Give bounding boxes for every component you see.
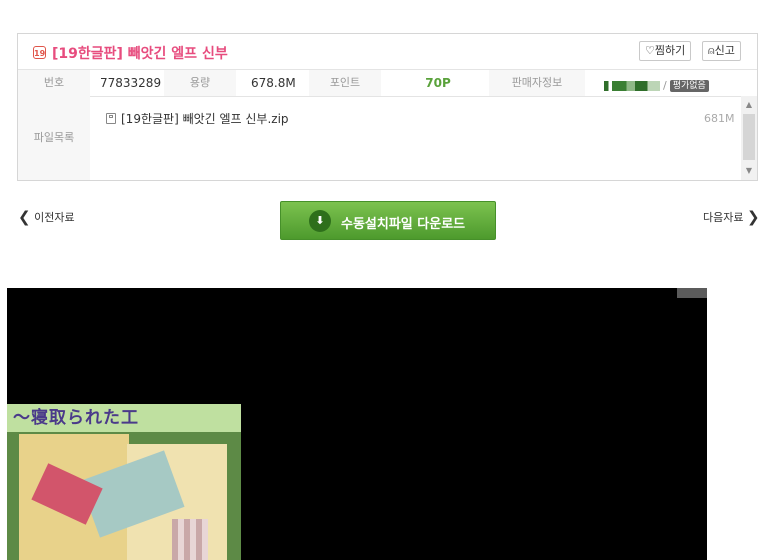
file-list-row: 파일목록 [19한글판] 빼앗긴 엘프 신부.zip 681M ▲ ▼ — [18, 96, 757, 180]
video-corner-control[interactable] — [677, 288, 707, 298]
title-row: 19 [19한글판] 빼앗긴 엘프 신부 ♡찜하기 ⍝신고 — [18, 34, 757, 70]
post-detail-panel: 19 [19한글판] 빼앗긴 엘프 신부 ♡찜하기 ⍝신고 번호 7783328… — [17, 33, 758, 181]
number-value: 77833289 — [100, 76, 162, 90]
size-label: 용량 — [164, 70, 236, 96]
number-label: 번호 — [18, 70, 90, 96]
info-row: 번호 77833289 용량 678.8M 포인트 70P 판매자정보 / 평가없… — [18, 70, 757, 97]
preview-thumbnail: ～寝取られた工 — [7, 404, 241, 560]
thumbnail-pixelated-area — [172, 519, 208, 560]
prev-post-label: 이전자료 — [34, 211, 75, 224]
size-value: 678.8M — [251, 76, 296, 90]
point-label: 포인트 — [309, 70, 381, 96]
file-size: 681M — [704, 112, 735, 125]
preview-video[interactable]: ～寝取られた工 — [7, 288, 707, 560]
download-button[interactable]: ⬇ 수동설치파일 다운로드 — [280, 201, 496, 240]
thumbnail-banner: ～寝取られた工 — [7, 404, 241, 432]
file-item[interactable]: [19한글판] 빼앗긴 엘프 신부.zip — [106, 110, 289, 127]
next-post-label: 다음자료 — [703, 211, 744, 224]
scroll-up-icon[interactable]: ▲ — [741, 98, 757, 112]
seller-name-blurred — [604, 80, 660, 91]
seller-label: 판매자정보 — [489, 70, 585, 96]
chevron-right-icon: ❯ — [746, 208, 760, 226]
chevron-left-icon: ❮ — [18, 208, 31, 226]
seller-info[interactable]: / 평가없음 — [604, 78, 709, 92]
seller-separator: / — [663, 79, 667, 92]
file-name: [19한글판] 빼앗긴 엘프 신부.zip — [121, 112, 289, 126]
prev-post-link[interactable]: ❮ 이전자료 — [18, 208, 75, 226]
favorite-button[interactable]: ♡찜하기 — [639, 41, 692, 61]
file-list-scrollbar[interactable]: ▲ ▼ — [741, 96, 757, 180]
seller-rating-badge: 평가없음 — [669, 79, 709, 92]
scroll-down-icon[interactable]: ▼ — [741, 164, 757, 178]
next-post-link[interactable]: 다음자료 ❯ — [703, 208, 760, 226]
download-arrow-icon: ⬇ — [309, 210, 331, 232]
post-title: [19한글판] 빼앗긴 엘프 신부 — [52, 46, 228, 62]
age-19-icon: 19 — [33, 46, 46, 59]
point-value: 70P — [425, 76, 451, 90]
report-button[interactable]: ⍝신고 — [702, 41, 741, 61]
file-list-label: 파일목록 — [18, 96, 90, 180]
scrollbar-thumb[interactable] — [743, 114, 755, 160]
download-button-label: 수동설치파일 다운로드 — [341, 217, 466, 232]
save-disk-icon — [106, 113, 116, 124]
